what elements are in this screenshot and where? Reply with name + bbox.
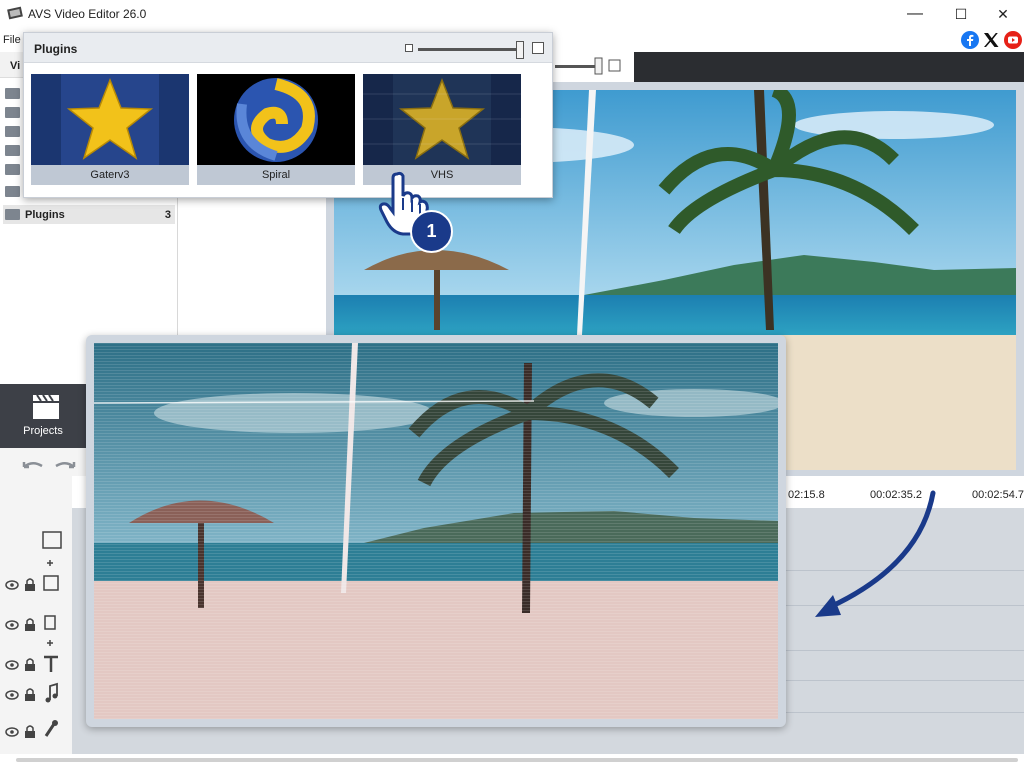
plugin-tile-gaterv3[interactable]: Gaterv3 bbox=[31, 74, 189, 186]
projects-label: Projects bbox=[23, 425, 63, 437]
zoom-in-icon[interactable] bbox=[532, 42, 544, 54]
plugins-popup-title: Plugins bbox=[34, 42, 78, 56]
plugins-popup: Plugins Gaterv3 Spiral VHS bbox=[23, 32, 553, 198]
menu-file[interactable]: File bbox=[3, 34, 21, 46]
tree-item-count: 3 bbox=[164, 209, 171, 221]
step-badge: 1 bbox=[410, 210, 453, 253]
microphone-icon bbox=[44, 723, 56, 737]
timecode-label: 00:02:54.7 bbox=[972, 489, 1024, 501]
window-title: AVS Video Editor 26.0 bbox=[28, 7, 147, 21]
slider-handle[interactable] bbox=[516, 41, 524, 59]
collection-panel-title: Vi bbox=[10, 60, 21, 72]
minimize-button[interactable]: — bbox=[892, 0, 938, 28]
video-track-icon bbox=[42, 531, 62, 549]
track-divider bbox=[786, 680, 1024, 681]
track-divider bbox=[786, 650, 1024, 651]
undo-icon bbox=[22, 462, 43, 469]
folder-icon bbox=[5, 164, 20, 175]
eye-icon bbox=[5, 580, 19, 590]
plugin-label: Spiral bbox=[197, 165, 355, 185]
thumbnail-size-slider[interactable] bbox=[418, 48, 522, 51]
folder-icon bbox=[5, 88, 20, 99]
plugin-tile-spiral[interactable]: Spiral bbox=[197, 74, 355, 186]
preview-toolbar bbox=[634, 52, 1024, 82]
spiral-icon bbox=[197, 74, 355, 165]
star-icon bbox=[31, 74, 189, 165]
tree-item-label: Plugins bbox=[25, 209, 65, 221]
overlay-track-icon bbox=[44, 615, 56, 630]
zoom-out-icon[interactable] bbox=[405, 44, 413, 52]
title-bar: AVS Video Editor 26.0 — ☐ ✕ bbox=[0, 0, 1024, 28]
effect-track-icon bbox=[43, 575, 59, 591]
youtube-icon[interactable] bbox=[1004, 31, 1022, 49]
scrollbar-thumb[interactable] bbox=[16, 758, 1018, 762]
curved-arrow-icon bbox=[815, 490, 936, 617]
lock-icon bbox=[25, 578, 35, 591]
folder-icon bbox=[5, 209, 20, 220]
maximize-button[interactable]: ☐ bbox=[938, 0, 984, 28]
clapperboard-icon bbox=[33, 394, 59, 419]
undo-redo-buttons[interactable] bbox=[20, 458, 78, 476]
x-icon[interactable] bbox=[982, 31, 1000, 49]
vhs-result-image bbox=[94, 343, 778, 719]
app-logo-icon bbox=[7, 6, 23, 20]
folder-icon bbox=[5, 126, 20, 137]
facebook-icon[interactable] bbox=[961, 31, 979, 49]
close-button[interactable]: ✕ bbox=[980, 0, 1024, 28]
text-track-icon bbox=[44, 655, 58, 672]
gallery-zoom-slider[interactable] bbox=[555, 56, 634, 76]
track-divider bbox=[786, 712, 1024, 713]
folder-icon bbox=[5, 186, 20, 197]
redo-icon bbox=[55, 462, 76, 469]
folder-icon bbox=[5, 145, 20, 156]
plugins-popup-header: Plugins bbox=[24, 33, 552, 63]
folder-icon bbox=[5, 107, 20, 118]
vhs-star-icon bbox=[363, 74, 521, 165]
tree-item-plugins[interactable]: Plugins 3 bbox=[3, 205, 175, 224]
plugin-label: Gaterv3 bbox=[31, 165, 189, 185]
track-controls[interactable] bbox=[0, 510, 72, 750]
